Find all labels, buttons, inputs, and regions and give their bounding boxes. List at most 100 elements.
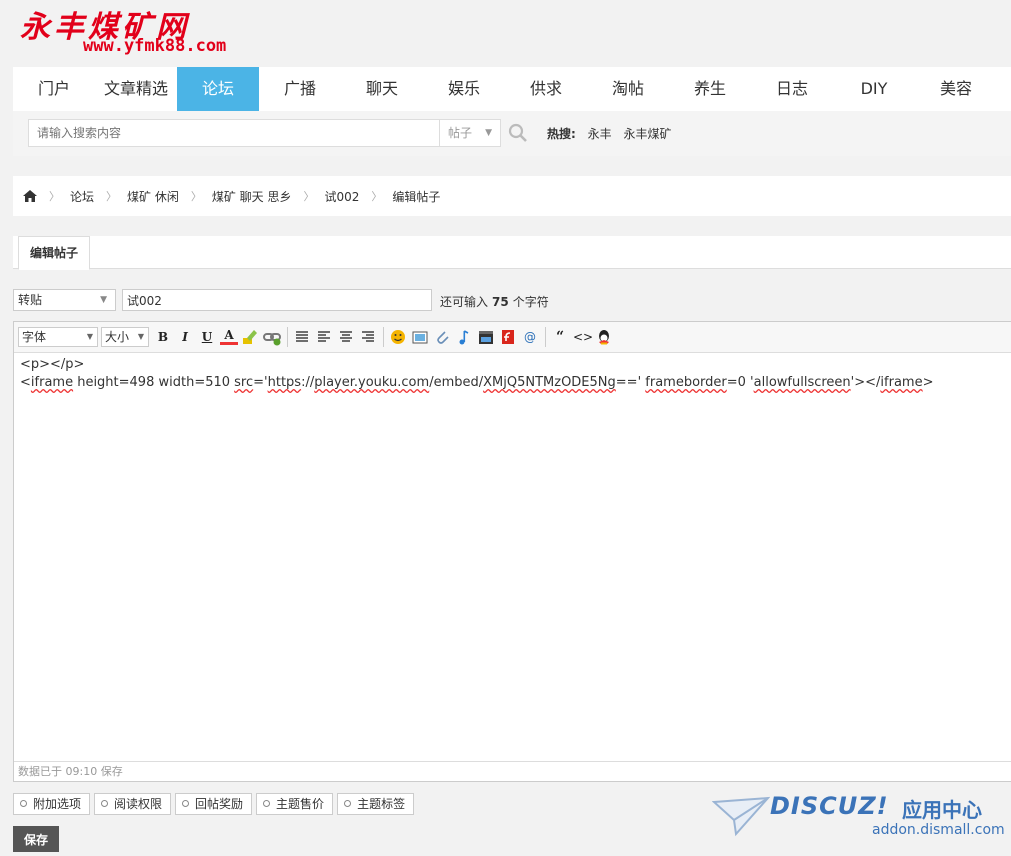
qq-icon[interactable] — [595, 328, 613, 346]
flash-icon[interactable] — [499, 328, 517, 346]
toolbar-divider — [287, 327, 288, 347]
hot-search: 热搜: 永丰 永丰煤矿 — [547, 125, 672, 142]
breadcrumb-board[interactable]: 煤矿 聊天 思乡 — [212, 188, 292, 205]
chevron-right-icon: 〉 — [303, 190, 315, 203]
chevron-down-icon: ▼ — [100, 295, 107, 305]
link-icon[interactable] — [263, 328, 281, 346]
smiley-icon[interactable] — [389, 328, 407, 346]
content-token: =' — [253, 375, 268, 390]
font-family-select[interactable]: 字体 ▼ — [18, 327, 98, 347]
nav-item[interactable]: 文章精选 — [95, 67, 177, 111]
remaining-count: 75 — [492, 295, 509, 309]
autosave-status: 数据已于 09:10 保存 — [14, 761, 1011, 781]
content-token: '></ — [850, 375, 881, 390]
hot-term-link[interactable]: 永丰煤矿 — [623, 127, 671, 141]
content-token: frameborder — [645, 375, 727, 390]
post-title-input[interactable] — [122, 289, 432, 311]
bullet-icon — [182, 800, 190, 807]
discuz-watermark: DISCUZ! 应用中心 addon.dismall.com — [712, 790, 1005, 850]
text-color-icon[interactable]: A — [220, 328, 238, 345]
option-button[interactable]: 回帖奖励 — [175, 793, 253, 815]
nav-item[interactable]: 养生 — [669, 67, 751, 111]
audio-icon[interactable] — [455, 328, 473, 346]
watermark-cn: 应用中心 — [902, 798, 982, 822]
remaining-suffix: 个字符 — [512, 295, 549, 309]
underline-icon[interactable]: U — [198, 328, 216, 346]
paper-plane-icon — [712, 796, 770, 837]
search-icon[interactable] — [508, 123, 528, 143]
align-left-icon[interactable] — [315, 328, 333, 346]
quote-icon[interactable]: “ — [551, 328, 569, 346]
nav-item[interactable]: 淘帖 — [587, 67, 669, 111]
mention-icon[interactable]: @ — [521, 328, 539, 346]
content-token: allowfullscreen — [753, 375, 851, 390]
video-icon[interactable] — [477, 328, 495, 346]
hot-term-link[interactable]: 永丰 — [588, 127, 612, 141]
option-button[interactable]: 主题标签 — [337, 793, 415, 815]
option-label: 附加选项 — [33, 797, 82, 811]
remaining-chars: 还可输入 75 个字符 — [440, 293, 549, 310]
search-type-label: 帖子 — [448, 126, 473, 140]
option-button[interactable]: 阅读权限 — [94, 793, 172, 815]
image-icon[interactable] — [411, 328, 429, 346]
background-color-icon[interactable] — [241, 328, 259, 346]
bullet-icon — [263, 800, 271, 807]
bold-icon[interactable]: B — [154, 328, 172, 346]
post-editor: 字体 ▼ 大小 ▼ B I U A @ “ <> <p></p> <iframe… — [13, 321, 1011, 782]
font-select-label: 字体 — [22, 330, 47, 344]
bullet-icon — [101, 800, 109, 807]
nav-item[interactable]: 供求 — [505, 67, 587, 111]
post-options: 附加选项 阅读权限 回帖奖励 主题售价 主题标签 — [13, 793, 418, 815]
breadcrumb-category[interactable]: 煤矿 休闲 — [127, 188, 179, 205]
editor-content[interactable]: <p></p> <iframe height=498 width=510 src… — [20, 356, 1005, 392]
hot-search-label: 热搜: — [547, 127, 576, 141]
option-button[interactable]: 附加选项 — [13, 793, 91, 815]
tab-bar: 编辑帖子 — [13, 236, 1011, 270]
content-token: < — [20, 375, 31, 390]
attachment-icon[interactable] — [433, 328, 451, 346]
logo-url: www.yfmk88.com — [83, 36, 227, 56]
option-button[interactable]: 主题售价 — [256, 793, 334, 815]
chevron-down-icon: ▼ — [485, 128, 492, 138]
site-logo[interactable]: 永丰煤矿网 www.yfmk88.com — [18, 2, 278, 60]
breadcrumb-thread[interactable]: 试002 — [324, 188, 359, 205]
editor-toolbar: 字体 ▼ 大小 ▼ B I U A @ “ <> — [14, 322, 1011, 353]
nav-item[interactable]: 聊天 — [341, 67, 423, 111]
home-icon[interactable] — [23, 190, 37, 202]
code-icon[interactable]: <> — [573, 328, 593, 346]
option-label: 阅读权限 — [114, 797, 163, 811]
breadcrumb-current: 编辑帖子 — [392, 189, 441, 204]
tab-edit-post[interactable]: 编辑帖子 — [18, 236, 90, 270]
content-token: player.youku.com — [314, 375, 430, 390]
align-justify-icon[interactable] — [293, 328, 311, 346]
post-type-select[interactable]: 转贴 ▼ — [13, 289, 116, 311]
nav-item[interactable]: 论坛 — [177, 67, 259, 111]
content-line: <p></p> — [20, 357, 85, 372]
nav-item[interactable]: 门户 — [13, 67, 95, 111]
save-button[interactable]: 保存 — [13, 826, 59, 852]
nav-item[interactable]: 娱乐 — [423, 67, 505, 111]
nav-item[interactable]: 美容 — [915, 67, 997, 111]
breadcrumb-forum[interactable]: 论坛 — [70, 188, 94, 205]
content-token: height=498 width=510 — [73, 375, 235, 390]
align-right-icon[interactable] — [359, 328, 377, 346]
search-type-select[interactable]: 帖子 ▼ — [440, 119, 501, 147]
chevron-right-icon: 〉 — [190, 190, 202, 203]
chevron-down-icon: ▼ — [137, 332, 144, 341]
chevron-right-icon: 〉 — [49, 190, 60, 203]
chevron-down-icon: ▼ — [86, 332, 93, 341]
bullet-icon — [344, 800, 352, 807]
font-size-select[interactable]: 大小 ▼ — [101, 327, 149, 347]
chevron-right-icon: 〉 — [106, 190, 118, 203]
nav-item[interactable]: 日志 — [751, 67, 833, 111]
nav-item[interactable]: 广播 — [259, 67, 341, 111]
toolbar-divider — [545, 327, 546, 347]
toolbar-divider — [383, 327, 384, 347]
nav-item[interactable]: DIY — [833, 67, 915, 111]
content-line: <iframe height=498 width=510 src='https:… — [20, 374, 1005, 392]
align-center-icon[interactable] — [337, 328, 355, 346]
italic-icon[interactable]: I — [176, 328, 194, 346]
option-label: 主题标签 — [357, 797, 406, 811]
content-token: :// — [301, 375, 315, 390]
search-input[interactable] — [28, 119, 440, 147]
